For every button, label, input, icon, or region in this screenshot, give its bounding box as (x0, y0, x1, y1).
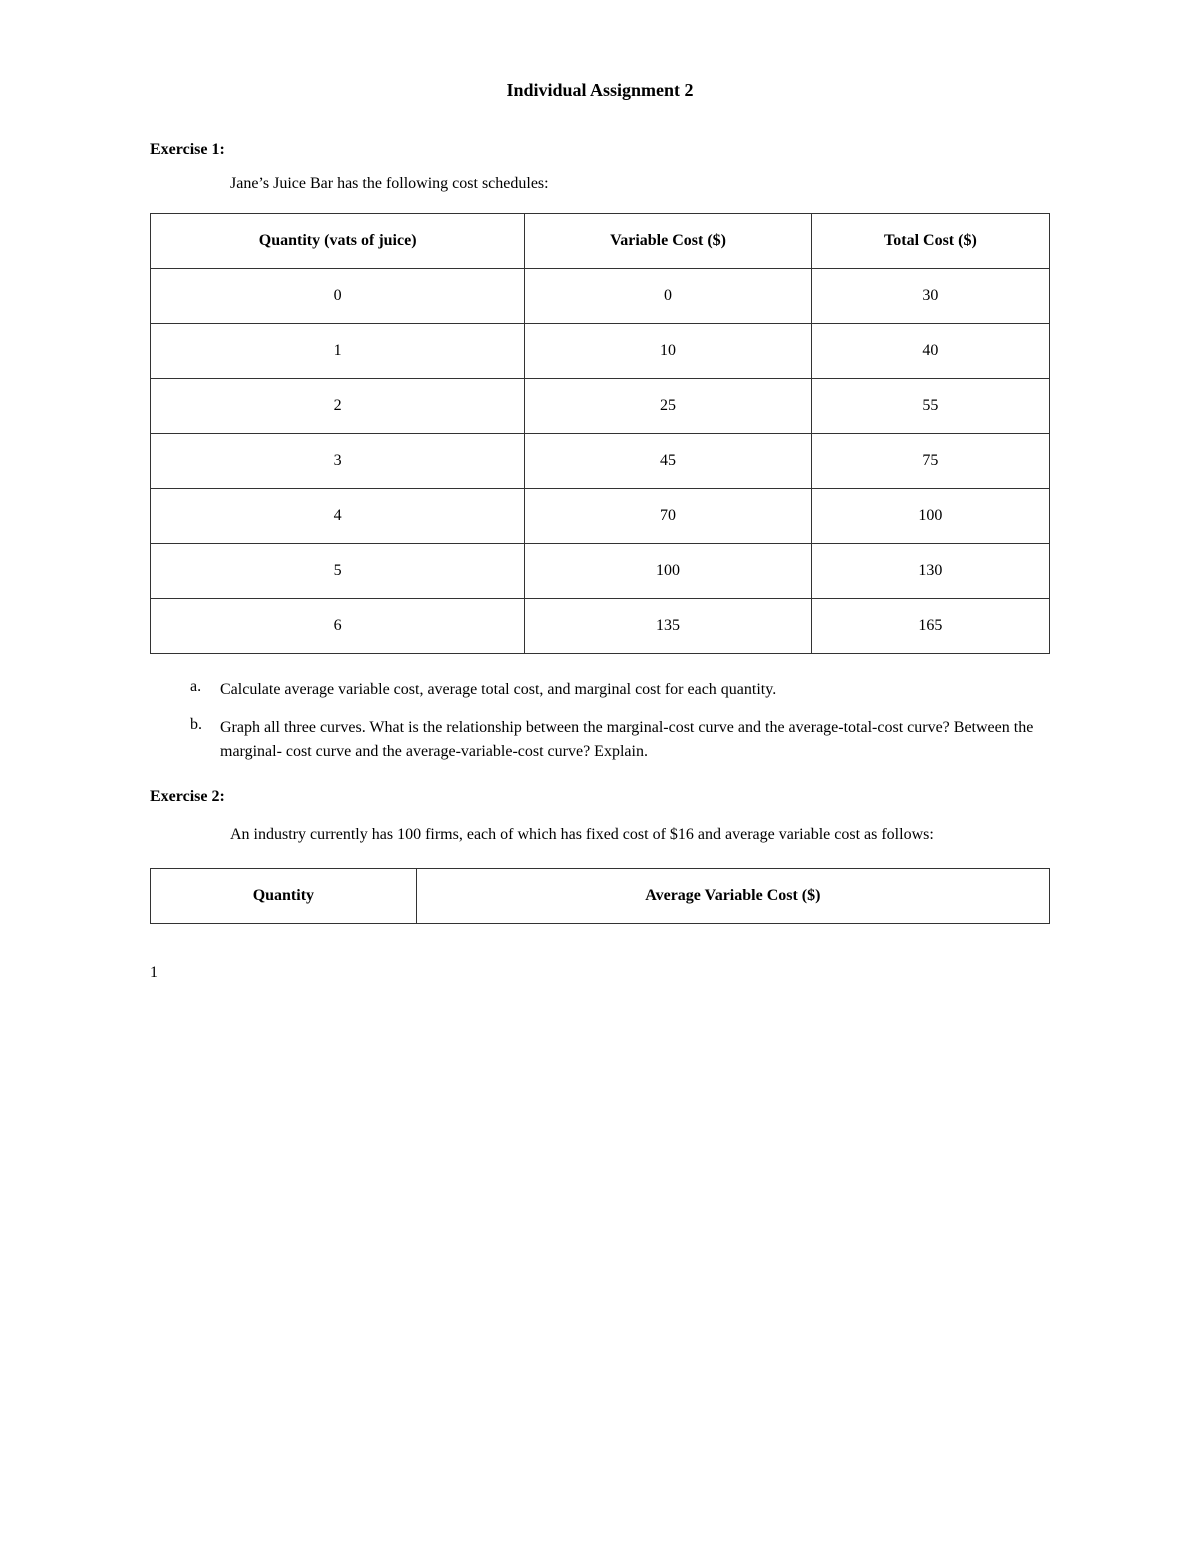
cell-quantity: 5 (151, 544, 525, 599)
table-row: 6135165 (151, 599, 1050, 654)
second-col-header-avc: Average Variable Cost ($) (416, 868, 1049, 923)
cell-quantity: 6 (151, 599, 525, 654)
question-a-text: Calculate average variable cost, average… (220, 678, 776, 702)
cell-variable-cost: 45 (525, 434, 812, 489)
exercise1-heading: Exercise 1: (150, 141, 1050, 159)
cell-total-cost: 130 (811, 544, 1049, 599)
cell-variable-cost: 135 (525, 599, 812, 654)
cell-variable-cost: 25 (525, 379, 812, 434)
table-row: 34575 (151, 434, 1050, 489)
second-table: Quantity Average Variable Cost ($) (150, 868, 1050, 924)
table-row: 22555 (151, 379, 1050, 434)
cost-table: Quantity (vats of juice) Variable Cost (… (150, 213, 1050, 654)
cell-total-cost: 30 (811, 269, 1049, 324)
page-number: 1 (150, 964, 1050, 982)
cell-quantity: 1 (151, 324, 525, 379)
cell-variable-cost: 70 (525, 489, 812, 544)
question-a: a. Calculate average variable cost, aver… (190, 678, 1050, 702)
col-header-total-cost: Total Cost ($) (811, 214, 1049, 269)
cell-quantity: 0 (151, 269, 525, 324)
cell-variable-cost: 10 (525, 324, 812, 379)
question-b-label: b. (190, 716, 220, 764)
question-b-text: Graph all three curves. What is the rela… (220, 716, 1050, 764)
cell-total-cost: 55 (811, 379, 1049, 434)
table-row: 11040 (151, 324, 1050, 379)
cell-variable-cost: 0 (525, 269, 812, 324)
exercise1-intro: Jane’s Juice Bar has the following cost … (230, 175, 1050, 193)
exercise2-heading: Exercise 2: (150, 788, 1050, 806)
question-a-label: a. (190, 678, 220, 702)
cell-variable-cost: 100 (525, 544, 812, 599)
cell-quantity: 4 (151, 489, 525, 544)
page-container: Individual Assignment 2 Exercise 1: Jane… (150, 0, 1050, 1042)
table-row: 470100 (151, 489, 1050, 544)
second-col-header-quantity: Quantity (151, 868, 417, 923)
cell-total-cost: 40 (811, 324, 1049, 379)
question-b: b. Graph all three curves. What is the r… (190, 716, 1050, 764)
cell-quantity: 3 (151, 434, 525, 489)
exercise1-questions: a. Calculate average variable cost, aver… (150, 678, 1050, 764)
cell-total-cost: 100 (811, 489, 1049, 544)
cell-total-cost: 165 (811, 599, 1049, 654)
cell-quantity: 2 (151, 379, 525, 434)
table-row: 5100130 (151, 544, 1050, 599)
table-row: 0030 (151, 269, 1050, 324)
cell-total-cost: 75 (811, 434, 1049, 489)
col-header-variable-cost: Variable Cost ($) (525, 214, 812, 269)
col-header-quantity: Quantity (vats of juice) (151, 214, 525, 269)
page-title: Individual Assignment 2 (150, 80, 1050, 101)
exercise2-intro: An industry currently has 100 firms, eac… (230, 822, 1050, 848)
